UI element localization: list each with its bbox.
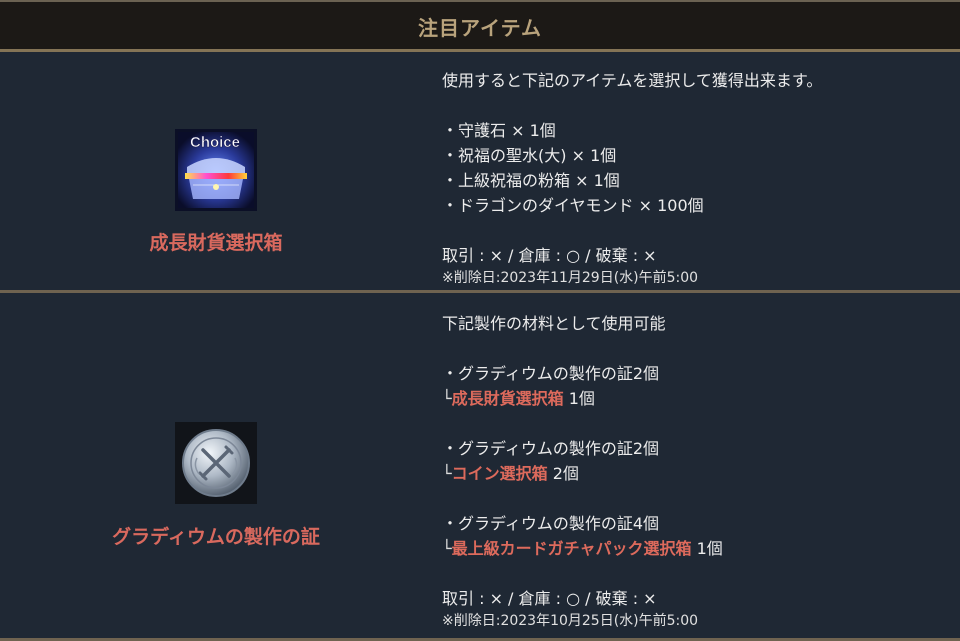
- recipe-qty: 1個: [691, 539, 723, 558]
- item-row: Choice 成長財貨選択箱 使用すると下記のアイテムを選択して獲得出来ます。 …: [0, 52, 960, 293]
- recipe-target: 成長財貨選択箱: [451, 389, 564, 408]
- recipe-line: ・グラディウムの製作の証2個: [442, 364, 660, 383]
- section-title: 注目アイテム: [418, 16, 542, 40]
- item-row: グラディウムの製作の証 下記製作の材料として使用可能 ・グラディウムの製作の証2…: [0, 296, 960, 641]
- recipe-qty: 2個: [547, 464, 579, 483]
- recipe-result: └最上級カードガチャパック選択箱 1個: [442, 539, 723, 558]
- deletion-date: ※削除日:2023年10月25日(水)午前5:00: [442, 613, 699, 629]
- recipe-line: ・グラディウムの製作の証4個: [442, 514, 660, 533]
- item-name: 成長財貨選択箱: [149, 232, 283, 254]
- recipe-qty: 1個: [563, 389, 595, 408]
- item-visual: グラディウムの製作の証: [0, 296, 432, 638]
- section-header: 注目アイテム: [0, 0, 960, 52]
- recipe-result: └コイン選択箱 2個: [442, 464, 579, 483]
- deletion-date: ※削除日:2023年11月29日(水)午前5:00: [442, 270, 699, 286]
- item-name: グラディウムの製作の証: [112, 526, 320, 548]
- recipe-target: コイン選択箱: [451, 464, 548, 483]
- trade-info: 取引 : × / 倉庫 : ○ / 破棄 : ×: [442, 589, 657, 608]
- list-item: ・上級祝福の粉箱 × 1個: [442, 171, 620, 190]
- item-details: 使用すると下記のアイテムを選択して獲得出来ます。 ・守護石 × 1個 ・祝福の聖…: [442, 68, 952, 288]
- recipe-target: 最上級カードガチャパック選択箱: [451, 539, 692, 558]
- item-description: 下記製作の材料として使用可能: [442, 314, 666, 333]
- recipe-line: ・グラディウムの製作の証2個: [442, 439, 660, 458]
- item-details: 下記製作の材料として使用可能 ・グラディウムの製作の証2個 └成長財貨選択箱 1…: [442, 311, 952, 631]
- recipe-result: └成長財貨選択箱 1個: [442, 389, 595, 408]
- list-item: ・祝福の聖水(大) × 1個: [442, 146, 617, 165]
- choice-label: Choice: [190, 134, 240, 151]
- item-description: 使用すると下記のアイテムを選択して獲得出来ます。: [442, 71, 823, 90]
- list-item: ・ドラゴンのダイヤモンド × 100個: [442, 196, 704, 215]
- trade-info: 取引 : × / 倉庫 : ○ / 破棄 : ×: [442, 246, 657, 265]
- list-item: ・守護石 × 1個: [442, 121, 556, 140]
- treasure-chest-icon: Choice: [175, 129, 257, 211]
- coin-icon: [175, 422, 257, 504]
- item-visual: Choice 成長財貨選択箱: [0, 52, 432, 290]
